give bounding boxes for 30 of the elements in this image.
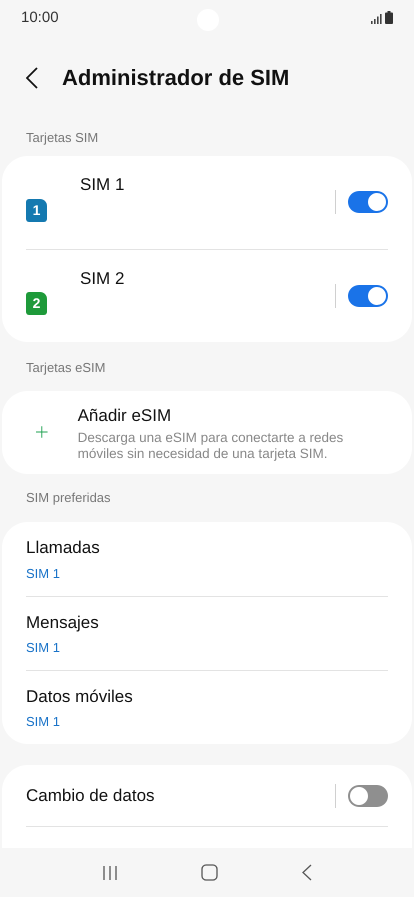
section-label: Tarjetas SIM [26, 129, 98, 148]
preferred-sim-item[interactable]: Mensajes SIM 1 [26, 596, 388, 670]
sim-card-icon: 1 [26, 198, 47, 222]
item-title: Datos móviles [26, 686, 134, 708]
preferred-sim-item[interactable]: Llamadas SIM 1 [26, 522, 388, 596]
recent-apps-icon[interactable] [102, 864, 118, 881]
sim-name: SIM 1 [80, 174, 126, 196]
item-value: SIM 1 [26, 564, 61, 583]
status-time: 10:00 [21, 8, 59, 28]
back-icon[interactable] [302, 864, 312, 882]
add-esim-item[interactable]: Añadir eSIM Descarga una eSIM para conectarte a redes móviles sin necesidad de una tarjeta SIM. [2, 390, 412, 474]
section-label: Tarjetas eSIM [26, 358, 106, 377]
item-value: SIM 1 [26, 639, 61, 658]
battery-icon [385, 11, 393, 24]
sim-card-icon: 2 [26, 292, 47, 316]
signal-icon [371, 14, 382, 24]
item-title: Llamadas [26, 537, 101, 560]
item-title: Mensajes [26, 612, 100, 634]
page-title: Administrador de SIM [62, 64, 290, 92]
item-description: Descarga una eSIM para conectarte a redes móviles sin necesidad de una tarjeta SIM. [78, 430, 344, 462]
toggle-switch[interactable] [348, 784, 388, 807]
home-icon[interactable] [201, 864, 218, 882]
toggle-switch[interactable] [348, 191, 388, 214]
item-value: SIM 1 [26, 713, 61, 732]
item-title: Añadir eSIM [78, 404, 172, 427]
preferred-sim-item[interactable]: Datos móviles SIM 1 [26, 670, 388, 744]
section-label: SIM preferidas [26, 489, 111, 508]
item-title: Cambio de datos [26, 785, 156, 808]
toggle-switch[interactable] [348, 284, 388, 307]
sim-name: SIM 2 [80, 268, 126, 290]
